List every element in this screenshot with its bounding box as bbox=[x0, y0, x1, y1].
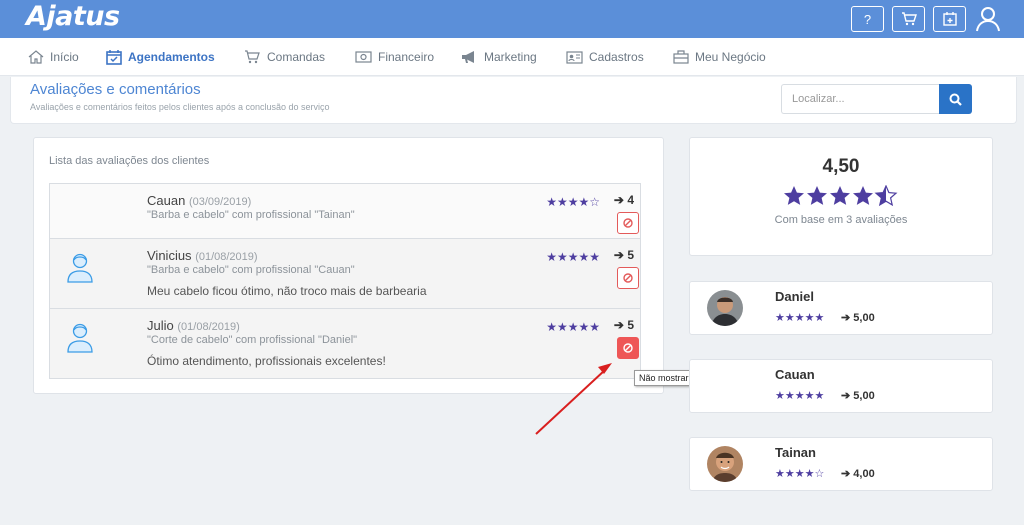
client-avatar-icon bbox=[67, 323, 93, 353]
hide-review-button[interactable] bbox=[617, 212, 639, 234]
reviews-panel: Lista das avaliações dos clientes Cauan … bbox=[33, 137, 664, 394]
hide-review-button[interactable] bbox=[617, 337, 639, 359]
professional-avatar bbox=[707, 290, 743, 326]
review-client-name: Julio bbox=[147, 318, 174, 333]
menu-item-financeiro[interactable]: Financeiro bbox=[355, 38, 434, 76]
review-score: ➔ 5 bbox=[613, 248, 634, 262]
average-stars-icon bbox=[784, 185, 897, 206]
home-icon bbox=[28, 50, 44, 64]
review-score: ➔ 4 bbox=[613, 193, 634, 207]
review-score-value: 4 bbox=[627, 193, 634, 207]
menu-item-meu-negocio[interactable]: Meu Negócio bbox=[673, 38, 766, 76]
menu-label: Comandas bbox=[267, 50, 326, 64]
professional-avatar bbox=[707, 446, 743, 482]
review-service: "Barba e cabelo" com profissional "Taina… bbox=[147, 209, 355, 221]
menu-label: Início bbox=[50, 50, 79, 64]
calendar-add-icon bbox=[942, 12, 957, 26]
calendar-check-icon bbox=[106, 49, 122, 65]
review-date: (03/09/2019) bbox=[188, 196, 252, 208]
menu-label: Agendamentos bbox=[128, 50, 215, 64]
menu-label: Marketing bbox=[484, 50, 537, 64]
menu-item-comandas[interactable]: Comandas bbox=[244, 38, 325, 76]
cart-icon bbox=[245, 50, 260, 64]
average-rating: 4,50 bbox=[822, 156, 860, 177]
ban-icon bbox=[623, 343, 633, 353]
cart-button[interactable] bbox=[892, 6, 925, 32]
megaphone-icon bbox=[462, 51, 474, 63]
page-subtitle: Avaliações e comentários feitos pelos cl… bbox=[30, 102, 330, 112]
review-item: Vinicius (01/08/2019) "Barba e cabelo" c… bbox=[49, 238, 641, 309]
review-stars: ★★★★★ bbox=[546, 320, 600, 334]
user-icon bbox=[976, 7, 1000, 32]
money-icon bbox=[355, 51, 372, 63]
menu-item-marketing[interactable]: Marketing bbox=[461, 38, 537, 76]
review-comment: Meu cabelo ficou ótimo, não troco mais d… bbox=[147, 284, 427, 298]
id-card-icon bbox=[566, 50, 583, 64]
search-icon bbox=[949, 93, 962, 106]
cart-icon bbox=[901, 12, 917, 26]
professional-stars: ★★★★☆ bbox=[775, 468, 825, 480]
briefcase-icon bbox=[673, 50, 689, 64]
reviews-list-title: Lista das avaliações dos clientes bbox=[49, 155, 210, 167]
calendar-button[interactable] bbox=[933, 6, 966, 32]
professional-name: Tainan bbox=[775, 445, 816, 460]
review-score: ➔ 5 bbox=[613, 318, 634, 332]
search-button[interactable] bbox=[939, 84, 972, 114]
menu-label: Cadastros bbox=[589, 50, 644, 64]
review-item: Cauan (03/09/2019) "Barba e cabelo" com … bbox=[49, 183, 641, 239]
review-stars: ★★★★☆ bbox=[546, 195, 600, 209]
professional-card[interactable]: Daniel ★★★★★ ➔ 5,00 bbox=[689, 281, 993, 335]
menu-label: Financeiro bbox=[378, 50, 435, 64]
professional-stars: ★★★★★ bbox=[775, 312, 825, 324]
ban-icon bbox=[623, 273, 633, 283]
review-client-line: Cauan (03/09/2019) bbox=[147, 193, 251, 208]
hide-review-button[interactable] bbox=[617, 267, 639, 289]
review-comment: Ótimo atendimento, profissionais excelen… bbox=[147, 354, 386, 368]
review-client-line: Vinicius (01/08/2019) bbox=[147, 248, 258, 263]
menu-item-agendamentos[interactable]: Agendamentos bbox=[106, 38, 215, 76]
review-service: "Barba e cabelo" com profissional "Cauan… bbox=[147, 264, 355, 276]
menu-item-cadastros[interactable]: Cadastros bbox=[566, 38, 644, 76]
help-button[interactable]: ? bbox=[851, 6, 884, 32]
review-client-line: Julio (01/08/2019) bbox=[147, 318, 240, 333]
review-item: Julio (01/08/2019) "Corte de cabelo" com… bbox=[49, 308, 641, 379]
menu-item-inicio[interactable]: Início bbox=[28, 38, 79, 76]
professional-name: Cauan bbox=[775, 367, 815, 382]
rating-count-text: Com base em 3 avaliações bbox=[774, 214, 908, 226]
professional-score-value: 5,00 bbox=[853, 312, 875, 324]
client-avatar-icon bbox=[67, 253, 93, 283]
professional-score: ➔ 4,00 bbox=[841, 468, 875, 480]
top-bar: Ajatus ? bbox=[0, 0, 1024, 38]
professional-name: Daniel bbox=[775, 289, 815, 304]
review-client-name: Cauan bbox=[147, 193, 186, 208]
review-client-name: Vinicius bbox=[147, 248, 192, 263]
app-logo[interactable]: Ajatus bbox=[26, 1, 120, 32]
search-input[interactable] bbox=[781, 84, 939, 114]
professional-card[interactable]: Tainan ★★★★☆ ➔ 4,00 bbox=[689, 437, 993, 491]
ban-icon bbox=[623, 218, 633, 228]
professional-score: ➔ 5,00 bbox=[841, 390, 875, 402]
review-stars: ★★★★★ bbox=[546, 250, 600, 264]
review-score-value: 5 bbox=[627, 248, 634, 262]
review-date: (01/08/2019) bbox=[177, 321, 240, 333]
help-label: ? bbox=[863, 11, 872, 27]
user-menu-button[interactable] bbox=[975, 6, 1003, 32]
review-score-value: 5 bbox=[627, 318, 634, 332]
rating-summary: 4,50 Com base em 3 avaliações bbox=[689, 137, 993, 256]
professional-stars: ★★★★★ bbox=[775, 390, 825, 402]
professional-score-value: 4,00 bbox=[853, 468, 875, 480]
professional-card[interactable]: Cauan ★★★★★ ➔ 5,00 bbox=[689, 359, 993, 413]
professional-score: ➔ 5,00 bbox=[841, 312, 875, 324]
menu-label: Meu Negócio bbox=[695, 50, 766, 64]
professional-score-value: 5,00 bbox=[853, 390, 875, 402]
hide-review-tooltip: Não mostrar bbox=[634, 370, 694, 386]
review-date: (01/08/2019) bbox=[195, 251, 258, 263]
page-title: Avaliações e comentários bbox=[30, 81, 201, 98]
main-menu: Início Agendamentos Comandas Financeiro … bbox=[0, 38, 1024, 76]
page-header: Avaliações e comentários Avaliações e co… bbox=[10, 77, 1017, 124]
review-service: "Corte de cabelo" com profissional "Dani… bbox=[147, 334, 358, 346]
